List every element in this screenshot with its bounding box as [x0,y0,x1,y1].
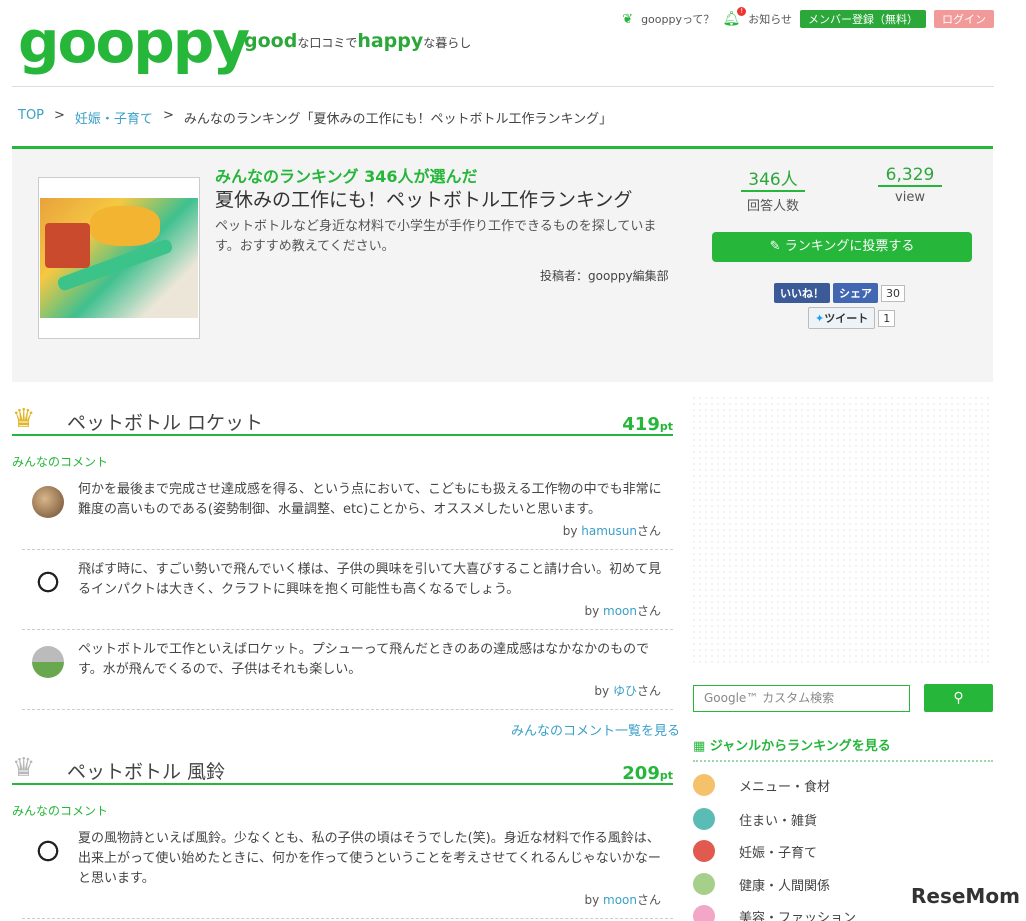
facebook-share-button[interactable]: シェア [833,283,878,303]
resemom-watermark: ReseMom [911,884,1020,908]
breadcrumb-sep: > [54,108,65,123]
vote-button-label: ランキングに投票する [784,239,915,254]
breadcrumb: TOP > 妊娠・子育て > みんなのランキング「夏休みの工作にも！ペットボトル… [18,108,612,127]
beauty-icon [693,905,715,921]
rank-item-points: 419pt [622,414,673,435]
crafts-photo [40,198,198,318]
search-button[interactable]: ⚲ [924,684,993,712]
breadcrumb-current: みんなのランキング「夏休みの工作にも！ペットボトル工作ランキング」 [183,112,613,127]
tweet-count: 1 [878,309,896,327]
comment-user-link[interactable]: moon [603,893,637,907]
pencil-icon: ✎ [769,239,781,254]
views-stat: 6,329 view [878,165,942,205]
baby-icon [693,840,715,862]
gold-crown-icon: ♛ [12,404,36,434]
comment-author: by hamusunさん [562,524,661,538]
avatar[interactable] [32,835,64,867]
comment-user-link[interactable]: hamusun [581,524,637,538]
grid-icon: ▦ [693,739,706,754]
gooppy-logo[interactable]: gooppy [18,10,250,74]
twitter-bird-icon: ✦ [815,312,825,325]
rank-item-2-header: ♛ ペットボトル 風鈴 209pt [12,753,673,785]
facebook-count: 30 [881,284,905,302]
genre-item[interactable]: 住まい・雑貨 [693,808,817,830]
more-comments-link[interactable]: みんなのコメント一覧を見る [511,720,680,739]
ranking-thumbnail [38,177,200,339]
breadcrumb-sep: > [162,108,174,123]
site-tagline: goodな口コミでhappyな暮らし [244,30,471,52]
about-link[interactable]: gooppyって？ [641,11,714,27]
comment-author: by ゆひさん [594,684,661,698]
login-button[interactable]: ログイン [934,10,994,28]
comments-label: みんなのコメント [12,455,109,469]
rank-item-points: 209pt [622,763,673,784]
comment-text: ペットボトルで工作といえばロケット。プシューって飛んだときのあの達成感はなかなか… [78,642,650,677]
comment-author: by moonさん [584,893,661,907]
genre-item[interactable]: 健康・人間関係 [693,873,830,895]
tagline-end: な暮らし [423,36,472,50]
silver-crown-icon: ♛ [12,753,36,783]
comment-text: 飛ばす時に、すごい勢いで飛んでいく様は、子供の興味を引いて大喜びすること請け合い… [78,562,662,597]
house-icon [693,808,715,830]
comment-item: 何かを最後まで完成させ達成感を得る、という点において、こどもにも扱える工作物の中… [22,480,673,550]
search-input[interactable]: Google™ カスタム検索 [693,685,910,712]
notice-link[interactable]: お知らせ [748,11,792,27]
avatar[interactable] [32,566,64,598]
genre-item[interactable]: メニュー・食材 [693,774,830,796]
comment-text: 何かを最後まで完成させ達成感を得る、という点において、こどもにも扱える工作物の中… [78,482,662,517]
tagline-mid: な口コミで [297,36,358,50]
views-count: 6,329 [878,165,942,187]
tagline-good: good [244,30,298,52]
comment-user-link[interactable]: moon [603,604,637,618]
leaf-icon: ❦ [622,11,634,27]
avatar[interactable] [32,646,64,678]
comment-author: by moonさん [584,604,661,618]
health-icon [693,873,715,895]
respondents-label: 回答人数 [746,199,799,214]
facebook-like-button[interactable]: いいね！ [774,283,830,303]
ranking-title: 夏休みの工作にも！ペットボトル工作ランキング [215,189,633,211]
respondents-count: 346人 [741,165,805,192]
ranking-kicker: みんなのランキング 346人が選んだ [215,167,478,186]
top-nav: ❦ gooppyって？ 🔔︎! お知らせ メンバー登録（無料） ログイン [622,7,994,28]
tweet-button[interactable]: ✦ツイート [808,307,876,329]
rank-item-name[interactable]: ペットボトル ロケット [67,408,263,435]
breadcrumb-top[interactable]: TOP [18,108,44,127]
genre-item[interactable]: 妊娠・子育て [693,840,817,862]
comment-user-link[interactable]: ゆひ [613,684,637,698]
vote-button[interactable]: ✎ ランキングに投票する [712,232,972,262]
menu-icon [693,774,715,796]
rank-item-name[interactable]: ペットボトル 風鈴 [67,757,225,784]
ranking-author: 投稿者：gooppy編集部 [540,269,669,283]
twitter-buttons: ✦ツイート 1 [808,307,896,329]
respondents-stat: 346人 回答人数 [741,165,805,214]
genre-item[interactable]: 美容・ファッション [693,905,856,921]
tagline-happy: happy [357,30,424,52]
member-register-button[interactable]: メンバー登録（無料） [800,10,926,28]
ad-placeholder [691,395,993,665]
ranking-summary: みんなのランキング 346人が選んだ 夏休みの工作にも！ペットボトル工作ランキン… [12,146,993,382]
search-icon: ⚲ [953,690,964,706]
comment-text: 夏の風物詩といえば風鈴。少なくとも、私の子供の頃はそうでした(笑)。身近な材料で… [78,831,661,886]
facebook-buttons: いいね！ シェア 30 [774,283,905,303]
breadcrumb-category[interactable]: 妊娠・子育て [75,108,153,127]
header-divider [12,86,994,87]
views-label: view [895,190,925,205]
rank-item-1-header: ♛ ペットボトル ロケット 419pt [12,404,673,436]
comment-item: ペットボトルで工作といえばロケット。プシューって飛んだときのあの達成感はなかなか… [22,640,673,710]
comment-item: 飛ばす時に、すごい勢いで飛んでいく様は、子供の興味を引いて大喜びすること請け合い… [22,560,673,630]
avatar[interactable] [32,486,64,518]
comment-item: 夏の風物詩といえば風鈴。少なくとも、私の子供の頃はそうでした(笑)。身近な材料で… [22,829,673,919]
ranking-description: ペットボトルなど身近な材料で小学生が手作り工作できるものを探しています。おすすめ… [215,219,657,254]
genre-heading: ▦ ジャンルからランキングを見る [693,735,993,762]
comments-label: みんなのコメント [12,804,109,818]
bell-icon[interactable]: 🔔︎! [722,7,747,27]
